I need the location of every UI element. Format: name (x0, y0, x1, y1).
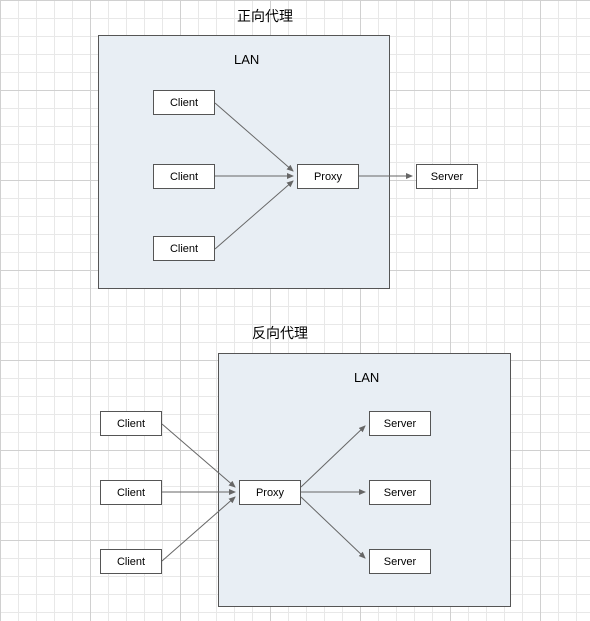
reverse-client-3: Client (100, 549, 162, 574)
forward-proxy-title: 正向代理 (225, 6, 305, 26)
forward-server: Server (416, 164, 478, 189)
reverse-proxy: Proxy (239, 480, 301, 505)
forward-client-1: Client (153, 90, 215, 115)
forward-client-3: Client (153, 236, 215, 261)
forward-lan-label: LAN (234, 52, 259, 67)
reverse-client-1: Client (100, 411, 162, 436)
forward-client-2: Client (153, 164, 215, 189)
reverse-server-3: Server (369, 549, 431, 574)
reverse-server-1: Server (369, 411, 431, 436)
reverse-proxy-title: 反向代理 (240, 323, 320, 343)
reverse-lan-label: LAN (354, 370, 379, 385)
forward-lan-box: LAN (98, 35, 390, 289)
reverse-client-2: Client (100, 480, 162, 505)
forward-proxy: Proxy (297, 164, 359, 189)
reverse-server-2: Server (369, 480, 431, 505)
diagram-canvas: 正向代理 LAN Client Client Client Proxy Serv… (0, 0, 590, 621)
